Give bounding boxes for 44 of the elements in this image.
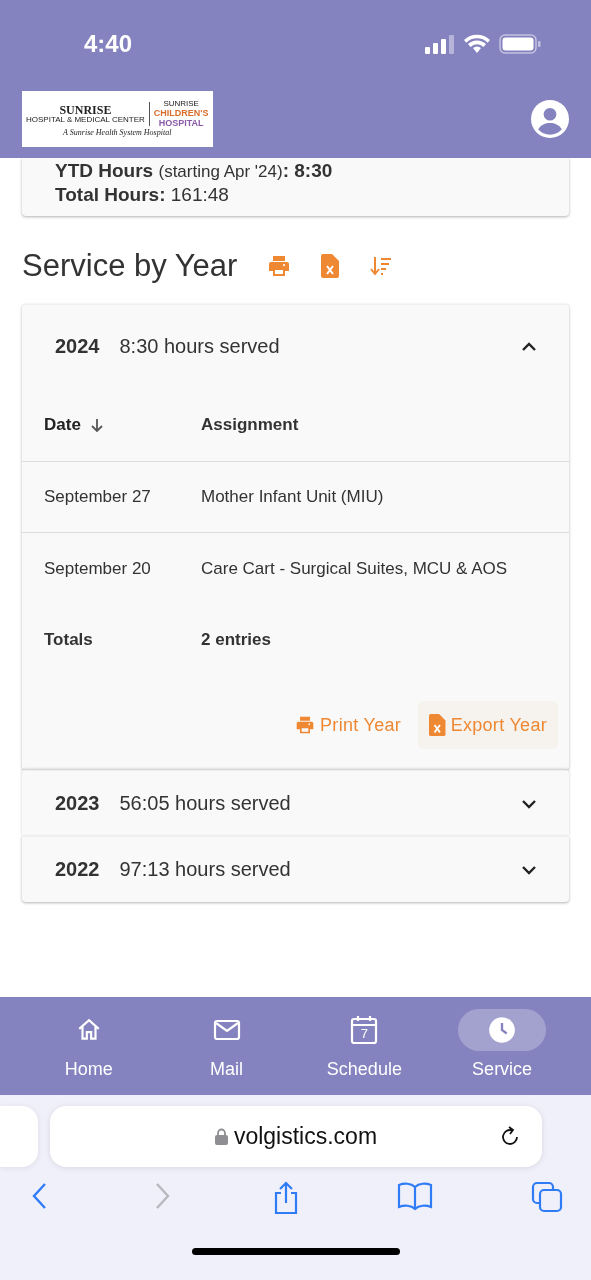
- hours-served: 56:05 hours served: [119, 792, 292, 815]
- nav-tab[interactable]: Home: [33, 1009, 144, 1095]
- sort-icon: [369, 254, 394, 278]
- section-title: Service by Year: [22, 248, 238, 284]
- totals-value: 2 entries: [201, 630, 271, 650]
- calendar-icon: 7: [350, 1015, 379, 1045]
- status-time: 4:40: [84, 30, 133, 58]
- hours-served: 8:30 hours served: [119, 335, 281, 358]
- clock-icon: [488, 1016, 517, 1044]
- tabs-icon[interactable]: [531, 1181, 563, 1213]
- address-bar[interactable]: volgistics.com: [50, 1106, 542, 1167]
- nav-tab[interactable]: Service: [447, 1009, 558, 1095]
- year-label: 2022: [55, 858, 100, 881]
- wifi-icon: [463, 34, 491, 54]
- nav-tab[interactable]: Mail: [171, 1009, 282, 1095]
- column-header[interactable]: Assignment: [201, 414, 299, 435]
- print-year-button[interactable]: Print Year: [284, 701, 413, 749]
- account-icon[interactable]: [531, 100, 569, 138]
- nav-tab[interactable]: 7 Schedule: [309, 1009, 420, 1095]
- column-header[interactable]: Date: [44, 414, 81, 435]
- hours-summary-line: YTD Hours (starting Apr '24): 8:30: [55, 160, 334, 182]
- year-label: 2024: [55, 335, 100, 358]
- signal-icon: [425, 34, 455, 54]
- spreadsheet-file-icon: [429, 714, 446, 736]
- book-icon[interactable]: [397, 1181, 434, 1211]
- date-cell: September 20: [44, 559, 151, 579]
- printer-icon: [295, 715, 316, 735]
- print-button[interactable]: [267, 254, 292, 278]
- export-year-button[interactable]: Export Year: [418, 701, 558, 749]
- assignment-cell: Mother Infant Unit (MIU): [201, 487, 384, 507]
- spreadsheet-file-icon: [321, 254, 340, 278]
- hours-served: 97:13 hours served: [119, 858, 292, 881]
- sort-button[interactable]: [369, 254, 394, 278]
- date-cell: September 27: [44, 487, 151, 507]
- battery-icon: [499, 34, 541, 54]
- hours-summary-line: Total Hours: 161:48: [55, 184, 230, 206]
- totals-label: Totals: [44, 630, 93, 650]
- year-label: 2023: [55, 792, 100, 815]
- sort-down-icon: [88, 416, 105, 433]
- assignment-cell: Care Cart - Surgical Suites, MCU & AOS: [201, 559, 508, 579]
- printer-icon: [267, 254, 292, 278]
- mail-icon: [212, 1018, 241, 1042]
- export-button[interactable]: [321, 254, 340, 278]
- lock-icon: [214, 1128, 228, 1145]
